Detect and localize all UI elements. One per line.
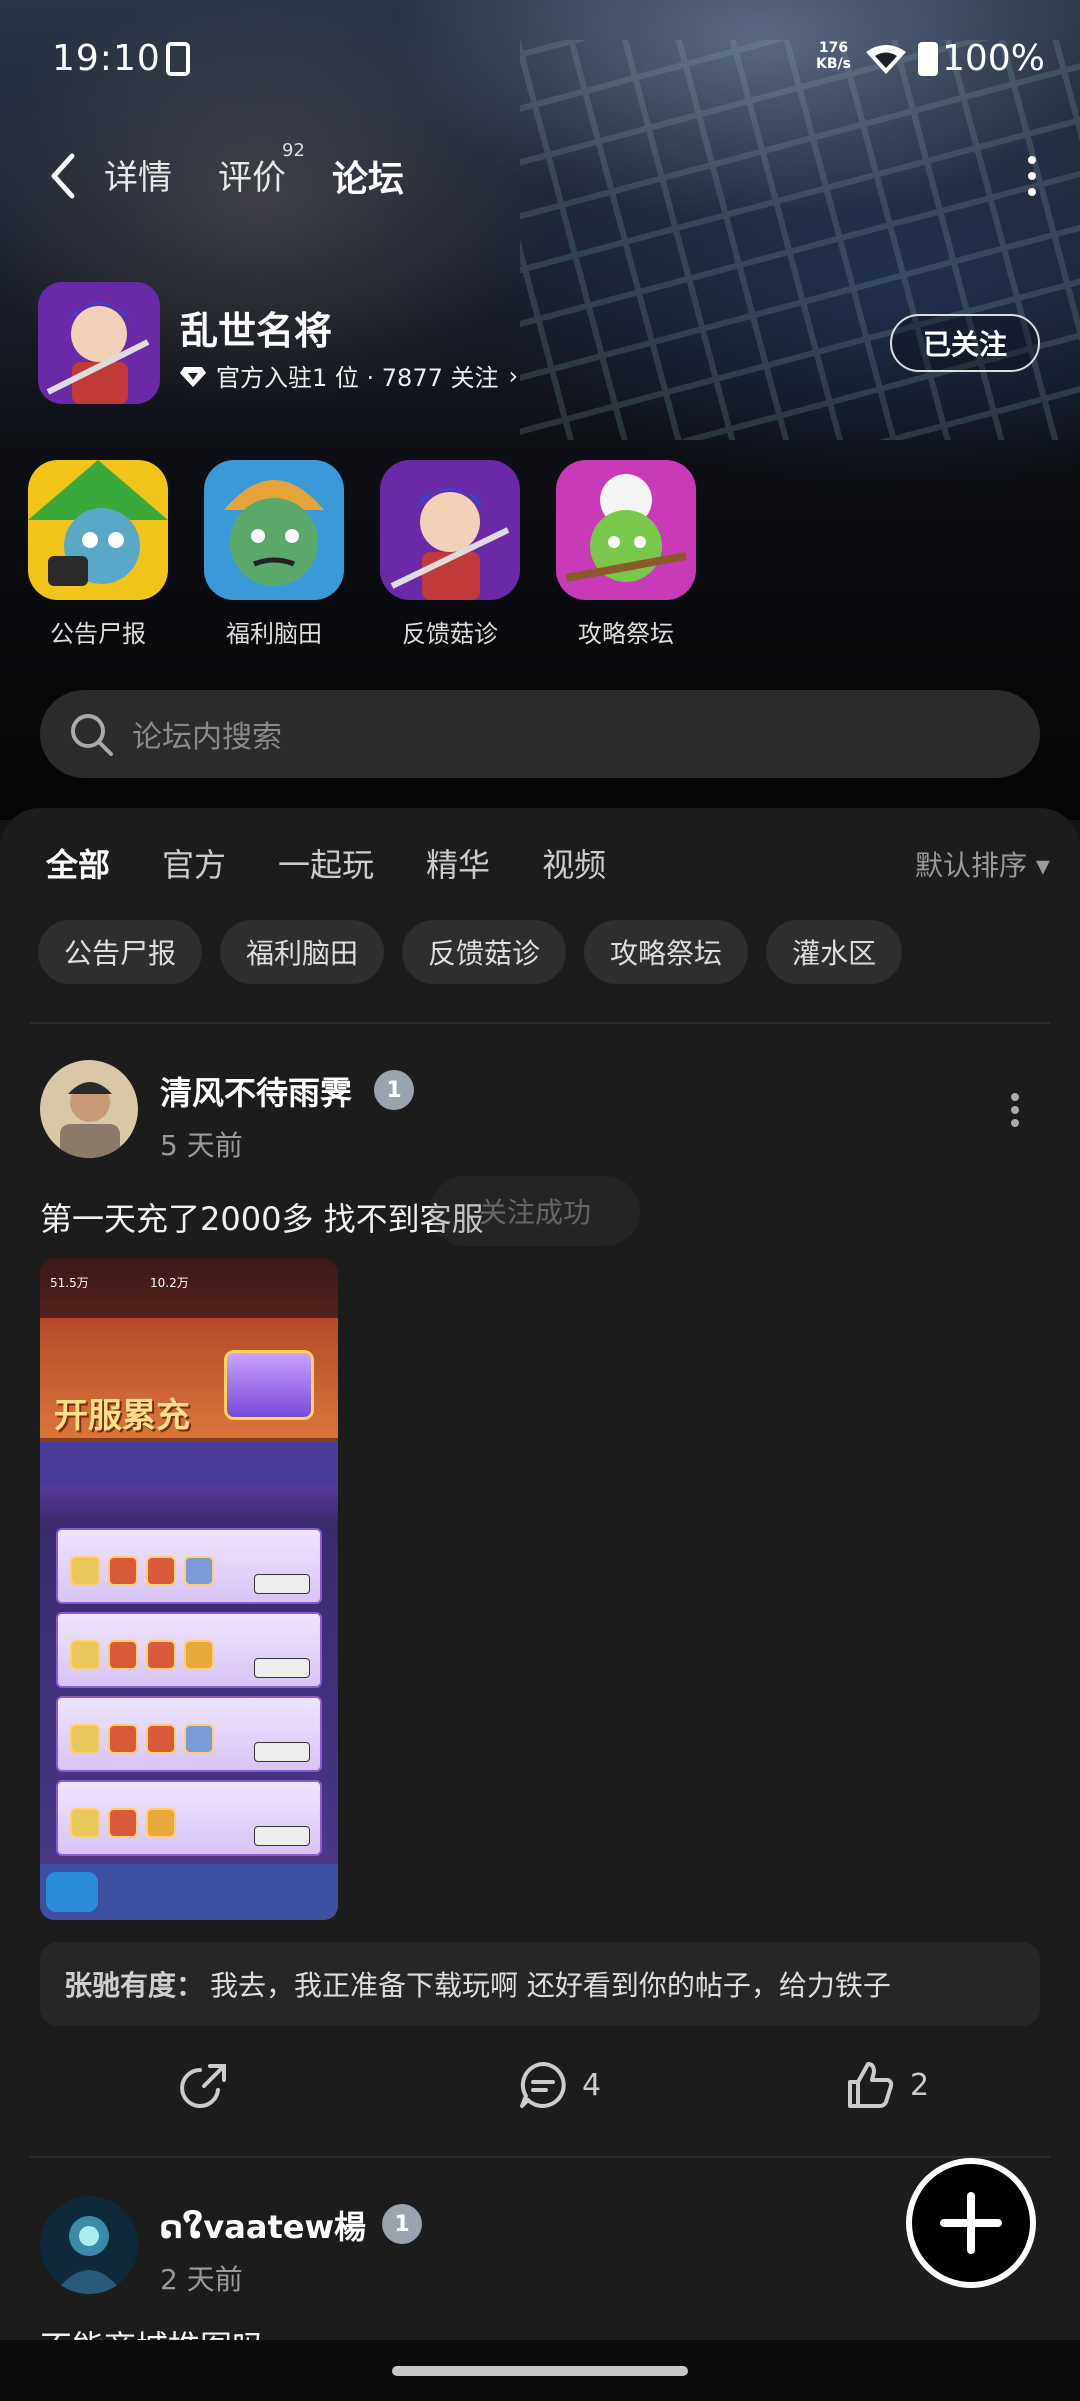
- sub-forum-guides[interactable]: 攻略祭坛: [556, 460, 696, 649]
- post-author[interactable]: ດໃvaatew楊: [160, 2202, 366, 2248]
- like-count: 2: [910, 2067, 930, 2103]
- game-title: 乱世名将: [180, 309, 333, 353]
- post-title[interactable]: 第一天充了2000多 找不到客服: [40, 1194, 484, 1240]
- game-icon[interactable]: [38, 282, 160, 404]
- feed-tab-all[interactable]: 全部: [46, 840, 111, 886]
- category-chips: 公告尸报 福利脑田 反馈菇诊 攻略祭坛 灌水区: [38, 920, 903, 984]
- like-button[interactable]: 2: [846, 2060, 929, 2110]
- feed-tab-featured[interactable]: 精华: [426, 840, 490, 886]
- announcements-icon: [28, 460, 168, 600]
- new-post-button[interactable]: [906, 2158, 1036, 2288]
- chip-chat[interactable]: 灌水区: [766, 920, 903, 984]
- chevron-right-icon: ›: [508, 361, 519, 390]
- sort-dropdown[interactable]: 默认排序 ▾: [915, 844, 1050, 884]
- search-icon: [71, 714, 113, 756]
- post-more-icon[interactable]: [1010, 1092, 1020, 1128]
- tab-forum[interactable]: 论坛: [329, 150, 407, 202]
- avatar[interactable]: [40, 2196, 138, 2294]
- status-bar: 19:10 176 KB/s 100%: [0, 0, 1080, 120]
- feed-tabs: 全部 官方 一起玩 精华 视频: [46, 840, 606, 886]
- image-coins: 10.2万: [150, 1276, 189, 1290]
- chip-announcements[interactable]: 公告尸报: [38, 920, 203, 984]
- sub-forum-list: 公告尸报 福利脑田 反馈菇诊 攻略祭坛: [28, 460, 696, 649]
- comment-count: 4: [582, 2067, 602, 2103]
- feed-tab-play-together[interactable]: 一起玩: [278, 840, 374, 886]
- treasure-chest-icon: [224, 1350, 314, 1420]
- post-actions: 4 2: [0, 2060, 1080, 2120]
- search-placeholder: 论坛内搜索: [132, 720, 282, 755]
- post-author[interactable]: 清风不待雨霁: [160, 1068, 352, 1114]
- image-banner-text: 开服累充: [54, 1396, 190, 1436]
- image-gems: 51.5万: [50, 1276, 89, 1290]
- comment-author: 张驰有度：: [64, 1969, 205, 2002]
- comment-icon: [520, 2062, 566, 2108]
- divider: [30, 2156, 1050, 2158]
- status-time: 19:10: [52, 38, 161, 79]
- share-button[interactable]: [180, 2060, 230, 2110]
- divider: [30, 1022, 1050, 1024]
- sub-forum-feedback[interactable]: 反馈菇诊: [380, 460, 520, 649]
- toast-message: 关注成功: [430, 1176, 640, 1246]
- post-time: 2 天前: [160, 2263, 243, 2296]
- welfare-icon: [204, 460, 344, 600]
- guides-icon: [556, 460, 696, 600]
- battery-icon: [918, 42, 938, 76]
- forum-search-input[interactable]: 论坛内搜索: [40, 690, 1040, 778]
- feedback-icon: [380, 460, 520, 600]
- thumbs-up-icon: [848, 2062, 894, 2108]
- user-level-badge: 1: [382, 2204, 422, 2244]
- plus-icon: [940, 2192, 1002, 2254]
- sub-forum-announcements[interactable]: 公告尸报: [28, 460, 168, 649]
- feed-tab-official[interactable]: 官方: [162, 840, 226, 886]
- back-arrow-icon[interactable]: [40, 146, 90, 206]
- image-back-icon: [46, 1872, 98, 1912]
- battery-level: 100%: [942, 38, 1045, 79]
- top-nav: 详情 评价 92 论坛: [0, 140, 1080, 210]
- tab-details[interactable]: 详情: [104, 150, 172, 199]
- chip-guides[interactable]: 攻略祭坛: [584, 920, 749, 984]
- follow-button[interactable]: 已关注: [890, 314, 1040, 372]
- game-meta[interactable]: 官方入驻1 位 · 7877 关注 ›: [180, 358, 518, 393]
- chip-feedback[interactable]: 反馈菇诊: [402, 920, 567, 984]
- share-icon: [180, 2064, 226, 2108]
- wifi-icon: [866, 45, 906, 74]
- network-speed: 176 KB/s: [816, 40, 851, 72]
- feed-tab-video[interactable]: 视频: [542, 840, 606, 886]
- top-comment[interactable]: 张驰有度： 我去，我正准备下载玩啊 还好看到你的帖子，给力铁子: [40, 1942, 1040, 2026]
- comment-text: 我去，我正准备下载玩啊 还好看到你的帖子，给力铁子: [210, 1969, 891, 2002]
- post-time: 5 天前: [160, 1129, 243, 1162]
- tab-reviews[interactable]: 评价: [218, 150, 286, 199]
- avatar[interactable]: [40, 1060, 138, 1158]
- sub-forum-welfare[interactable]: 福利脑田: [204, 460, 344, 649]
- gesture-navigation-bar: [0, 2340, 1080, 2401]
- chip-welfare[interactable]: 福利脑田: [220, 920, 385, 984]
- post-image[interactable]: 51.5万 10.2万 开服累充: [40, 1258, 338, 1920]
- comment-button[interactable]: 4: [518, 2060, 601, 2110]
- home-indicator[interactable]: [392, 2366, 688, 2376]
- phone-icon: [166, 42, 190, 76]
- review-count-badge: 92: [282, 140, 305, 161]
- more-options-icon[interactable]: [1022, 154, 1042, 198]
- user-level-badge: 1: [374, 1070, 414, 1110]
- diamond-icon: [180, 366, 206, 387]
